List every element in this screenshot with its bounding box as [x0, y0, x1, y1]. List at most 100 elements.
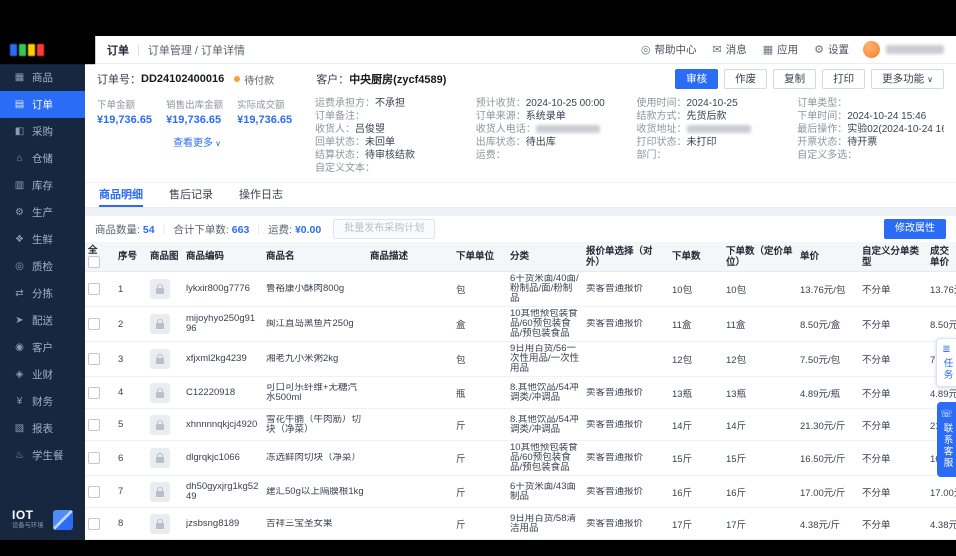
order-action-button-3[interactable]: 打印 — [822, 69, 866, 89]
tab-1[interactable]: 商品明细 — [99, 183, 143, 207]
row-checkbox[interactable] — [88, 353, 100, 365]
row-checkbox[interactable] — [88, 418, 100, 431]
cell-price: 21.30元/斤 — [797, 408, 859, 441]
cell-qty: 10包 — [669, 271, 723, 307]
cell-desc — [367, 341, 453, 377]
app-logo[interactable] — [0, 36, 95, 64]
sidebar-item-11[interactable]: ◉ 客户 — [0, 334, 85, 361]
sidebar-item-9[interactable]: ⇄ 分拣 — [0, 280, 85, 307]
letterbox-top — [0, 0, 956, 36]
customer-label: 客户： — [316, 74, 350, 86]
fresh-icon: ❖ — [15, 234, 24, 245]
content-area: 订单号： DD24102400016 待付款 客户： 中央厨房(zycf4589… — [85, 64, 956, 540]
cell-category: 10其他预包装食品/60预包装食品/预包装食品 — [507, 306, 583, 342]
sidebar-item-1[interactable]: ▦ 商品 — [0, 64, 85, 91]
column-header-3: 商品图 — [147, 242, 183, 272]
sidebar-item-4[interactable]: ⌂ 仓储 — [0, 145, 85, 172]
edit-attributes-button[interactable]: 修改属性 — [884, 219, 946, 239]
cell-price: 16.50元/斤 — [797, 440, 859, 476]
status-dot-icon — [234, 76, 241, 82]
cell-deal-price: 8.50元/盒 — [927, 306, 956, 342]
order-detail-row: 下单金额 ¥19,736.65 销售出库金额 ¥19,736.65 实际成交额 ¥19,7… — [85, 92, 956, 182]
redacted-value — [686, 125, 751, 134]
sidebar-item-3[interactable]: ◧ 采购 — [0, 118, 85, 145]
row-checkbox[interactable] — [88, 283, 100, 295]
sidebar-item-10[interactable]: ➤ 配送 — [0, 307, 85, 334]
order-action-button-1[interactable]: 作废 — [724, 69, 768, 89]
cell-split-type: 不分单 — [859, 408, 927, 441]
user-name-redacted — [886, 45, 944, 54]
task-float-button[interactable]: ≣ 任务 — [936, 338, 956, 387]
cell-unit: 斤 — [453, 507, 507, 540]
finance-icon: ¥ — [16, 396, 23, 407]
sidebar-item-15[interactable]: ♨ 学生餐 — [0, 442, 85, 469]
row-checkbox[interactable] — [88, 452, 100, 464]
cell-qty: 12包 — [669, 341, 723, 377]
sidebar-item-13[interactable]: ¥ 财务 — [0, 388, 85, 415]
see-more-link[interactable]: 查看更多 ∨ — [97, 134, 297, 149]
cell-unit: 包 — [453, 341, 507, 377]
iot-subtitle: 设备与环境 — [12, 522, 44, 529]
table-row: 6 dlgrqkjc1066 冻选鲜肉切块（净菜） 斤 10其他预包装食品/60… — [85, 440, 956, 476]
sidebar-item-6[interactable]: ⚙ 生产 — [0, 199, 85, 226]
stat-item-2: 合计下单数: 663 — [173, 223, 250, 236]
cell-name: 湘老九小米粥2kg — [263, 341, 367, 377]
cell-split-type: 不分单 — [859, 306, 927, 342]
product-table: 全序号 商品图 商品编码 商品名 商品描述 下单单位 分类 报价单选择（对外） 下单数 下单数（定… — [85, 242, 956, 540]
avatar[interactable] — [863, 41, 880, 58]
product-image-placeholder — [150, 349, 170, 369]
cell-code: lykxir800g7776 — [183, 271, 263, 307]
detail-tabs: 商品明细 售后记录 操作日志 — [85, 182, 956, 208]
cell-category: 9日用百货/58清洁用品 — [507, 507, 583, 540]
order-field: 收货人电话： — [476, 123, 623, 136]
column-header-12: 单价 — [797, 242, 859, 272]
cell-unit: 斤 — [453, 408, 507, 441]
lock-icon — [156, 387, 164, 398]
column-header-7: 下单单位 — [453, 242, 507, 272]
cell-desc — [367, 306, 453, 342]
header-help-center-button[interactable]: ◎ 帮助中心 — [641, 42, 697, 57]
amount-item-1: 下单金额 ¥19,736.65 — [97, 100, 153, 126]
lock-icon — [156, 518, 164, 529]
sidebar-item-14[interactable]: ▧ 报表 — [0, 415, 85, 442]
lock-icon — [156, 453, 164, 463]
cell-seq: 4 — [115, 376, 147, 409]
sorting-icon: ⇄ — [15, 288, 24, 299]
select-all-checkbox[interactable] — [88, 256, 100, 268]
cell-seq: 2 — [115, 306, 147, 342]
header-apps-button[interactable]: ▦ 应用 — [763, 42, 798, 57]
order-field: 自定义多选： — [797, 150, 858, 161]
amount-item-2: 销售出库金额 ¥19,736.65 — [166, 100, 224, 126]
row-checkbox[interactable] — [88, 386, 100, 399]
sidebar-item-12[interactable]: ◈ 业财 — [0, 361, 85, 388]
header-message-button[interactable]: ✉ 消息 — [713, 42, 747, 57]
column-header-14: 成交单价 — [927, 242, 956, 272]
order-actions: 审核 作废 复制 打印 更多功能 ∨ — [675, 69, 944, 89]
tab-3[interactable]: 操作日志 — [239, 183, 283, 207]
product-image-placeholder — [150, 314, 170, 334]
batch-publish-button[interactable]: 批量发布采购计划 — [333, 219, 436, 239]
more-actions-button[interactable]: 更多功能 ∨ — [871, 69, 944, 89]
cell-quote: 卖客普通报价 — [583, 475, 669, 508]
tab-2[interactable]: 售后记录 — [169, 183, 213, 207]
sidebar-item-5[interactable]: ▥ 库存 — [0, 172, 85, 199]
row-checkbox[interactable] — [88, 485, 100, 498]
order-status: 待付款 — [244, 75, 275, 87]
contact-service-float-button[interactable]: ☏ 联系客服 — [937, 402, 956, 477]
row-checkbox[interactable] — [88, 318, 100, 330]
report-icon: ▧ — [14, 423, 25, 434]
order-action-button-2[interactable]: 复制 — [773, 69, 817, 89]
cell-price: 4.89元/瓶 — [797, 376, 859, 409]
sidebar-item-8[interactable]: ◎ 质检 — [0, 253, 85, 280]
column-header-6: 商品描述 — [367, 242, 453, 272]
cell-category: 8.其他饮品/54冲调类/冲调品 — [507, 408, 583, 441]
table-row: 2 mijoyhyo250g9196 闽江直岛黑鱼片250g 盒 10其他预包装… — [85, 306, 956, 342]
breadcrumb-module[interactable]: 订单 — [107, 42, 129, 58]
lock-icon — [156, 319, 164, 329]
sidebar-item-7[interactable]: ❖ 生鲜 — [0, 226, 85, 253]
iot-title: IOT — [12, 508, 34, 523]
sidebar-item-2[interactable]: ▤ 订单 — [0, 91, 85, 118]
header-settings-button[interactable]: ⚙ 设置 — [814, 42, 849, 57]
row-checkbox[interactable] — [88, 517, 100, 530]
audit-button[interactable]: 审核 — [675, 69, 719, 89]
